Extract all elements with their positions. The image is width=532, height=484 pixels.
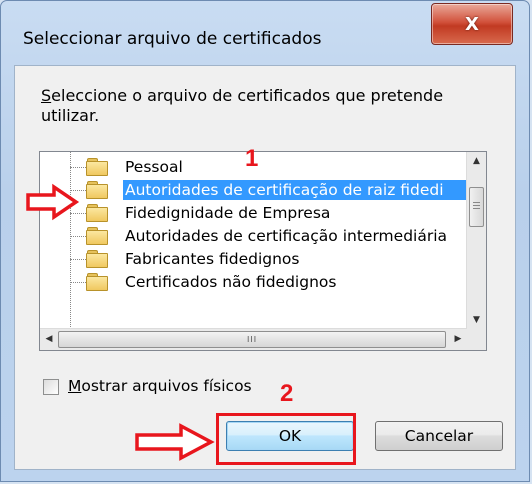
folder-icon: [86, 273, 108, 291]
tree-item-label: Fidedignidade de Empresa: [125, 204, 331, 222]
tree-items: Pessoal Autoridades de certificação de r…: [40, 152, 467, 329]
checkbox-label-rest: ostrar arquivos físicos: [81, 377, 252, 395]
tree-item-untrusted-certificates[interactable]: Certificados não fidedignos: [40, 271, 467, 293]
checkbox-accelerator: M: [68, 377, 82, 395]
tree-connector: [70, 259, 86, 260]
vertical-scrollbar[interactable]: ▲ ▼: [466, 152, 486, 329]
tree-item-label: Fabricantes fidedignos: [125, 250, 300, 268]
step-1-arrow-icon: [26, 183, 80, 221]
close-button[interactable]: X: [431, 3, 513, 45]
close-icon: X: [465, 13, 479, 35]
tree-item-enterprise-trust[interactable]: Fidedignidade de Empresa: [40, 202, 467, 224]
scroll-grip-icon: III: [247, 335, 258, 344]
scrollbar-corner: [467, 329, 486, 350]
step-2-arrow-icon: [135, 423, 215, 461]
window-title: Seleccionar arquivo de certificados: [23, 29, 322, 49]
folder-icon: [86, 227, 108, 245]
horizontal-scroll-thumb[interactable]: III: [58, 331, 446, 348]
tree-item-label: Certificados não fidedignos: [125, 273, 337, 291]
title-bar[interactable]: Seleccionar arquivo de certificados X: [1, 1, 529, 65]
folder-icon: [86, 158, 108, 176]
certificate-store-tree[interactable]: Pessoal Autoridades de certificação de r…: [39, 151, 487, 351]
tree-connector: [70, 236, 86, 237]
show-physical-stores-label[interactable]: Mostrar arquivos físicos: [68, 377, 252, 395]
instruction-text: Seleccione o arquivo de certificados que…: [41, 86, 481, 126]
cancel-button[interactable]: Cancelar: [375, 421, 503, 451]
folder-icon: [86, 181, 108, 199]
dialog-client-area: Seleccione o arquivo de certificados que…: [14, 65, 516, 470]
tree-item-label: Autoridades de certificação de raiz fide…: [123, 180, 467, 200]
folder-icon: [86, 250, 108, 268]
tree-item-label: Autoridades de certificação intermediári…: [125, 227, 448, 245]
scroll-left-icon[interactable]: ◀: [40, 329, 58, 350]
tree-item-trusted-root-ca[interactable]: Autoridades de certificação de raiz fide…: [40, 179, 467, 201]
certificate-store-dialog: Seleccionar arquivo de certificados X Se…: [0, 0, 530, 482]
tree-connector: [70, 282, 86, 283]
instruction-accelerator: S: [41, 86, 52, 105]
tree-item-intermediate-ca[interactable]: Autoridades de certificação intermediári…: [40, 225, 467, 247]
folder-icon: [86, 204, 108, 222]
step-2-marker: 2: [280, 380, 294, 407]
tree-item-label: Pessoal: [125, 158, 183, 176]
scroll-right-icon[interactable]: ▶: [449, 329, 467, 350]
scroll-up-icon[interactable]: ▲: [467, 152, 486, 170]
step-1-marker: 1: [245, 145, 259, 172]
instruction-rest: eleccione o arquivo de certificados que …: [41, 86, 444, 125]
vertical-scroll-thumb[interactable]: [469, 187, 484, 227]
ok-highlight-box: [216, 413, 356, 465]
show-physical-stores-checkbox[interactable]: [43, 379, 59, 395]
scroll-down-icon[interactable]: ▼: [467, 311, 486, 329]
horizontal-scrollbar[interactable]: ◀ III ▶: [40, 328, 467, 350]
tree-connector: [70, 167, 86, 168]
tree-item-trusted-publishers[interactable]: Fabricantes fidedignos: [40, 248, 467, 270]
